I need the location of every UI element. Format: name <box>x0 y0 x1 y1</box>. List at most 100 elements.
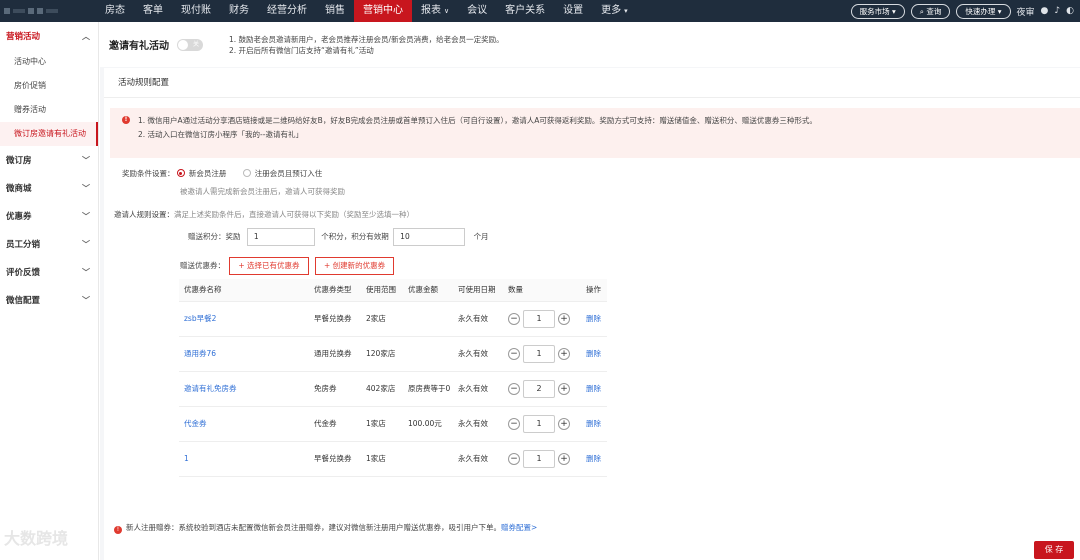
nav-item-1[interactable]: 客单 <box>134 0 172 22</box>
create-coupon-button[interactable]: + 创建新的优惠券 <box>314 257 395 275</box>
quantity-input[interactable]: 1 <box>523 309 555 328</box>
plus-icon[interactable]: + <box>558 452 570 465</box>
user-icon[interactable]: ◐ <box>1066 6 1074 16</box>
sidebar-item-0-3[interactable]: 微订房邀请有礼活动 <box>0 122 98 146</box>
radio-new-member[interactable] <box>176 169 185 177</box>
quantity-cell: −1 + <box>503 406 581 442</box>
minus-icon[interactable]: − <box>508 347 520 360</box>
coupon-scope-cell: 1家店 <box>361 441 403 477</box>
nav-item-6[interactable]: 营销中心 <box>354 0 412 22</box>
coupon-type-cell: 代金券 <box>309 406 361 442</box>
minus-icon[interactable]: − <box>508 417 520 430</box>
activity-toggle[interactable]: 关 <box>177 38 203 51</box>
top-right-tools: 服务市场 ▾ ⌕ 查询 快速办理 ▾ 夜审 ● ♪ ◐ <box>850 3 1080 19</box>
coupon-label: 赠送优惠券： <box>180 261 225 270</box>
search-button[interactable]: ⌕ 查询 <box>910 3 951 19</box>
quantity-stepper: −1 + <box>508 414 581 433</box>
bell-icon[interactable]: ♪ <box>1054 6 1060 16</box>
minus-icon[interactable]: − <box>508 382 520 395</box>
nav-item-4[interactable]: 经营分析 <box>258 0 316 22</box>
nav-item-5[interactable]: 销售 <box>316 0 354 22</box>
points-label: 赠送积分： <box>188 232 226 241</box>
condition-label: 奖励条件设置： <box>122 169 175 178</box>
delete-link[interactable]: 删除 <box>581 336 607 372</box>
coupon-table: 优惠券名称 优惠券类型 使用范围 优惠金额 可使用日期 数量 操作 zsb早餐2 早餐兑换券 2… <box>179 279 607 477</box>
logo <box>0 0 96 22</box>
chat-icon[interactable]: ● <box>1041 6 1049 16</box>
nav-item-label: 客单 <box>143 5 163 16</box>
validity-input[interactable]: 10 <box>393 228 466 246</box>
nav-item-11[interactable]: 更多 ▾ <box>592 0 637 22</box>
coupon-type-cell: 免房券 <box>309 371 361 407</box>
delete-link[interactable]: 删除 <box>581 441 607 477</box>
coupon-name-link[interactable]: 1 <box>179 441 309 477</box>
select-coupon-button[interactable]: + 选择已有优惠券 <box>229 257 309 275</box>
sidebar-group-0[interactable]: 营销活动 ︿ <box>0 22 98 50</box>
sidebar-group-5[interactable]: 评价反馈 ﹀ <box>0 258 98 286</box>
nav-item-8[interactable]: 会议 <box>458 0 496 22</box>
coupon-date-cell: 永久有效 <box>453 301 503 337</box>
points-input[interactable]: 1 <box>246 228 315 246</box>
coupon-name-link[interactable]: 邀请有礼免房券 <box>179 371 309 407</box>
radio-member-booking[interactable] <box>242 169 251 177</box>
sidebar-item-0-2[interactable]: 赠券活动 <box>0 98 98 122</box>
delete-link[interactable]: 删除 <box>581 301 607 337</box>
chevron-down-icon: ﹀ <box>82 155 90 165</box>
sidebar-item-0-1[interactable]: 房价促销 <box>0 74 98 98</box>
sidebar-group-1[interactable]: 微订房 ﹀ <box>0 146 98 174</box>
coupon-name-link[interactable]: 代金券 <box>179 406 309 442</box>
inviter-label: 邀请人规则设置： <box>114 210 174 219</box>
radio-member-booking-label[interactable]: 注册会员且预订入住 <box>255 169 323 178</box>
sidebar-group-4[interactable]: 员工分销 ﹀ <box>0 230 98 258</box>
delete-link[interactable]: 删除 <box>581 406 607 442</box>
save-button[interactable]: 保 存 <box>1034 541 1074 559</box>
reward-word: 奖励 <box>225 232 241 241</box>
coupon-config-link[interactable]: 赠券配置> <box>501 523 537 532</box>
toggle-label: 关 <box>192 40 199 48</box>
quick-handle-button[interactable]: 快速办理 ▾ <box>956 3 1011 19</box>
quantity-input[interactable]: 2 <box>523 379 555 398</box>
quantity-input[interactable]: 1 <box>523 414 555 433</box>
sidebar-item-0-0[interactable]: 活动中心 <box>0 50 98 74</box>
plus-icon[interactable]: + <box>558 417 570 430</box>
night-audit-link[interactable]: 夜审 <box>1017 5 1035 18</box>
service-market-button[interactable]: 服务市场 ▾ <box>850 3 905 19</box>
minus-icon[interactable]: − <box>508 312 520 325</box>
plus-icon[interactable]: + <box>558 312 570 325</box>
delete-link[interactable]: 删除 <box>581 371 607 407</box>
main-content: 邀请有礼活动 关 1. 鼓励老会员邀请新用户，老会员推荐注册会员/新会员消费，给… <box>100 22 1080 560</box>
quantity-stepper: −1 + <box>508 449 581 468</box>
coupon-amount-cell <box>403 441 453 477</box>
quantity-input[interactable]: 1 <box>523 449 555 468</box>
sidebar-group-2[interactable]: 微商城 ﹀ <box>0 174 98 202</box>
nav-item-9[interactable]: 客户关系 <box>496 0 554 22</box>
coupon-date-cell: 永久有效 <box>453 371 503 407</box>
plus-icon[interactable]: + <box>558 382 570 395</box>
coupon-name-link[interactable]: 通用券76 <box>179 336 309 372</box>
nav-item-label: 房态 <box>105 5 125 16</box>
nav-item-7[interactable]: 报表 ∨ <box>412 0 458 22</box>
nav-item-0[interactable]: 房态 <box>96 0 134 22</box>
column-header: 优惠券名称 <box>179 279 309 302</box>
sidebar-group-3[interactable]: 优惠券 ﹀ <box>0 202 98 230</box>
nav-item-label: 营销中心 <box>363 5 403 16</box>
nav-item-2[interactable]: 现付账 <box>172 0 220 22</box>
minus-icon[interactable]: − <box>508 452 520 465</box>
main-nav: 房态 客单 现付账 财务 经营分析 销售 营销中心 报表 ∨ 会议 客户关系 设置 更多 ▾ <box>96 0 637 22</box>
sidebar-group-label: 微信配置 <box>6 296 41 306</box>
radio-new-member-label[interactable]: 新会员注册 <box>189 169 227 178</box>
plus-icon[interactable]: + <box>558 347 570 360</box>
sidebar-group-6[interactable]: 微信配置 ﹀ <box>0 286 98 314</box>
coupon-name-link[interactable]: zsb早餐2 <box>179 301 309 337</box>
points-row: 赠送积分：奖励 1 个积分，积分有效期 10 个月 <box>188 228 489 246</box>
coupon-scope-cell: 1家店 <box>361 406 403 442</box>
nav-item-10[interactable]: 设置 <box>554 0 592 22</box>
nav-item-3[interactable]: 财务 <box>220 0 258 22</box>
condition-hint: 被邀请人需完成新会员注册后，邀请人可获得奖励 <box>180 187 345 196</box>
nav-item-label: 客户关系 <box>505 5 546 16</box>
quantity-input[interactable]: 1 <box>523 344 555 363</box>
points-mid-text: 个积分，积分有效期 <box>321 232 389 241</box>
column-header: 使用范围 <box>361 279 403 302</box>
alert-line-2: 2. 活动入口在微信订房小程序「我的--邀请有礼」 <box>138 130 303 139</box>
header-note-2: 2. 开启后所有微信门店支持“邀请有礼”活动 <box>229 45 374 55</box>
